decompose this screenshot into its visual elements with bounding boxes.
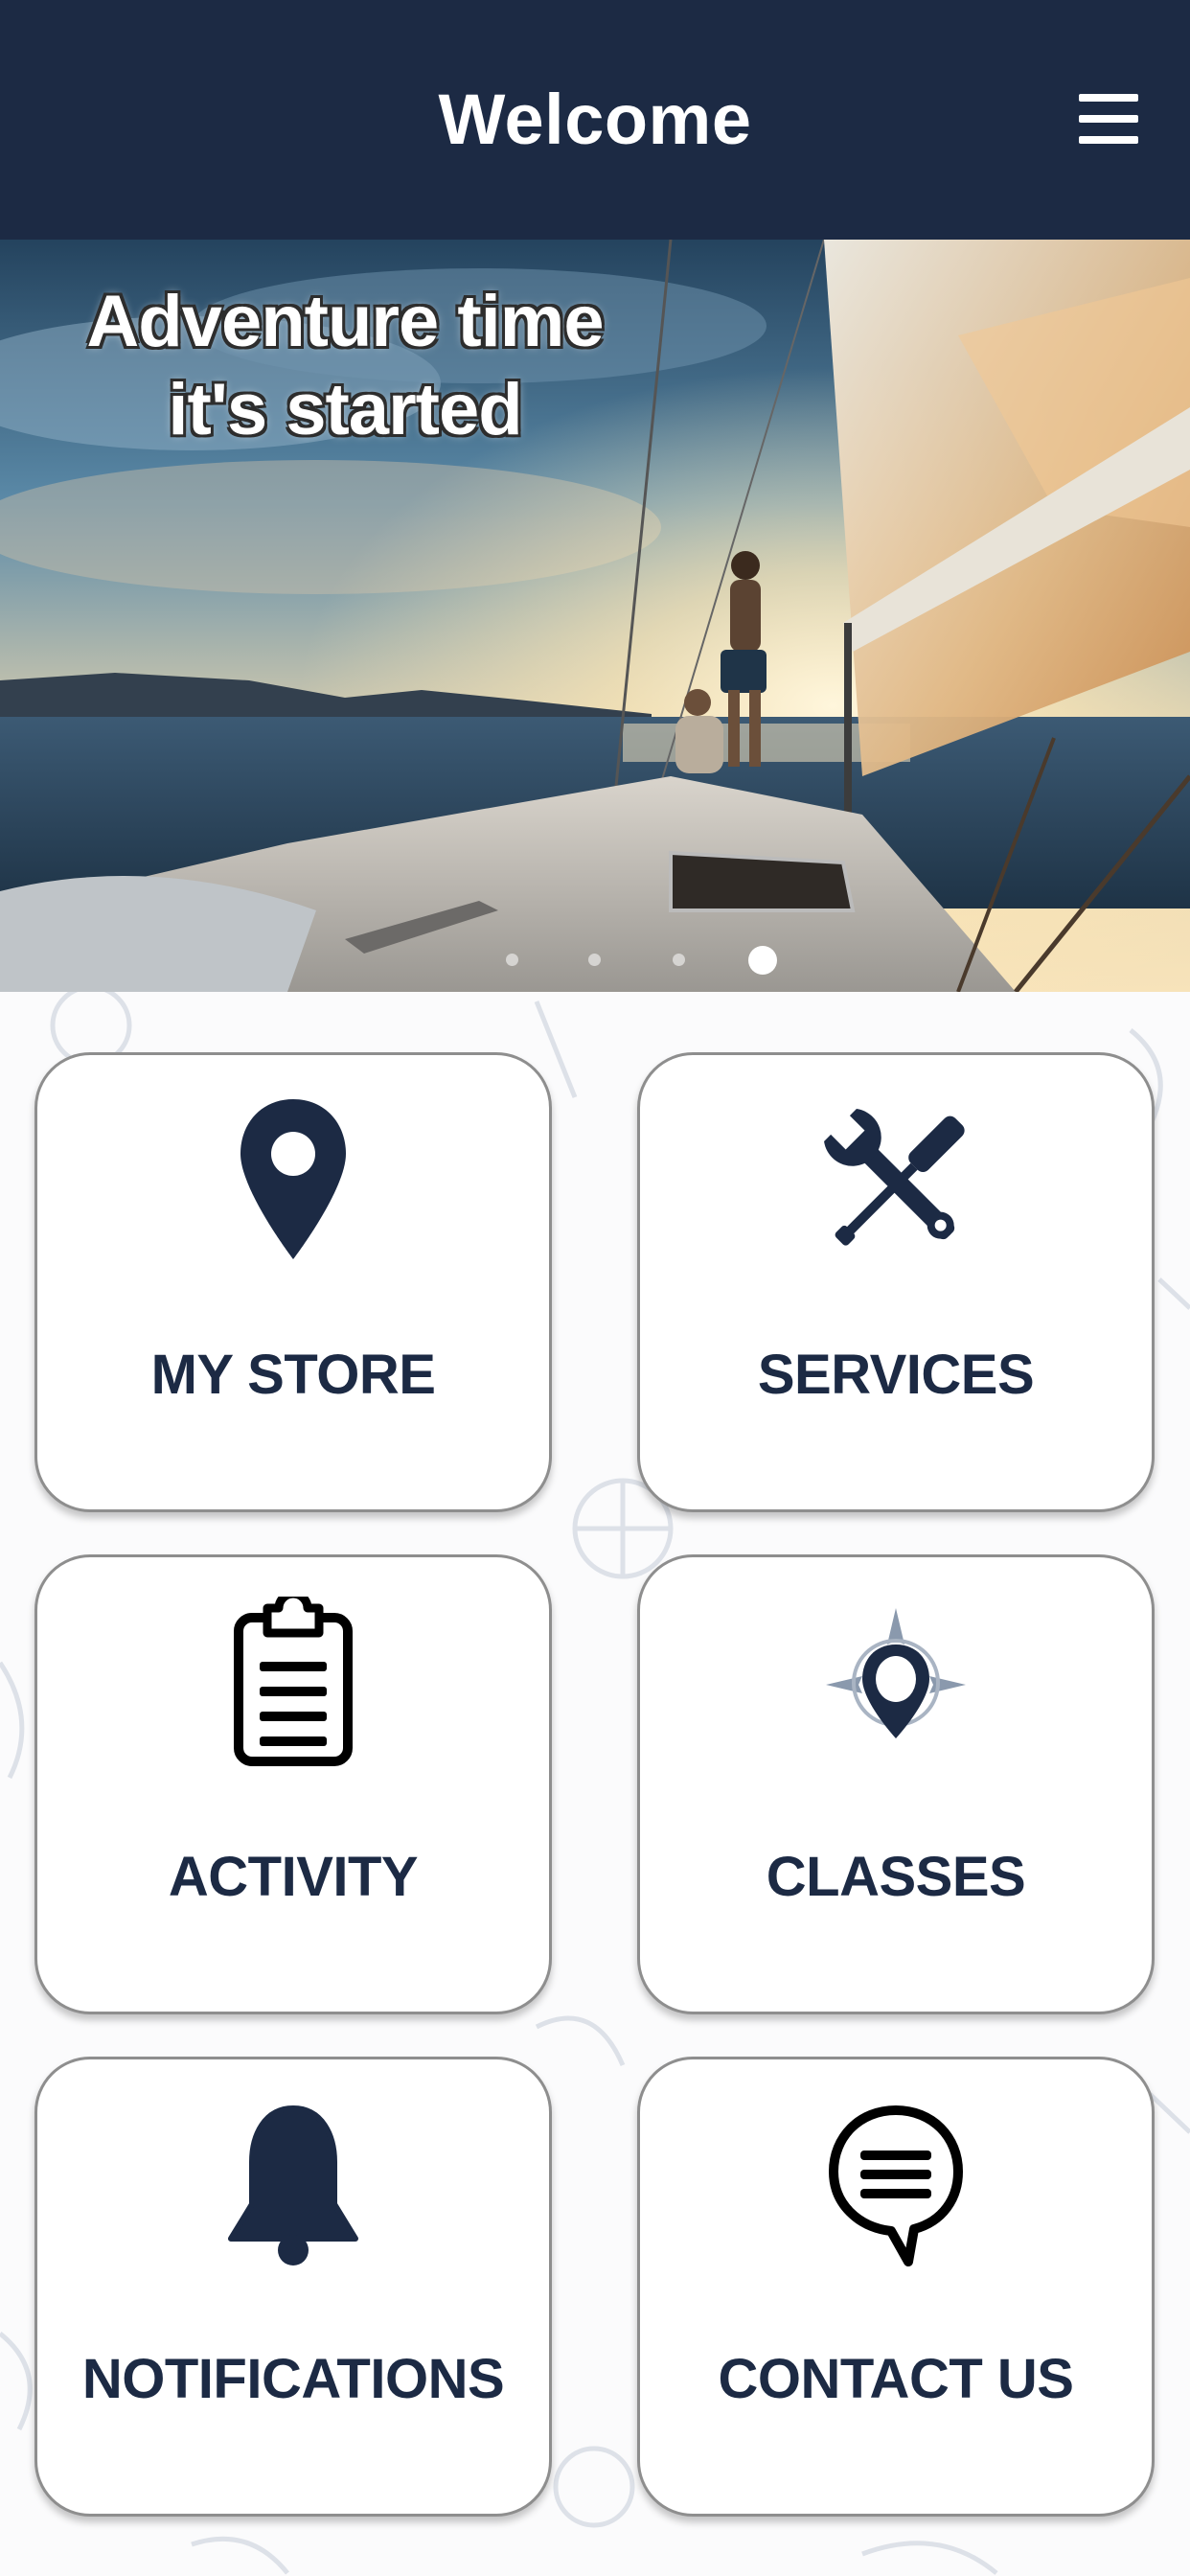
map-pin-icon: [37, 1090, 549, 1272]
tile-activity[interactable]: ACTIVITY: [34, 1554, 552, 2014]
dashboard-grid: MY STORE SERVICES ACTIVITY CLASSES NOTIF…: [0, 992, 1190, 2576]
compass-pin-icon: [640, 1592, 1152, 1774]
tile-label: SERVICES: [757, 1344, 1035, 1406]
chat-bubble-icon: [640, 2094, 1152, 2276]
hero-headline-line2: it's started: [168, 369, 522, 450]
hero-headline-line1: Adventure time: [86, 281, 604, 362]
wrench-screwdriver-icon: [640, 1090, 1152, 1272]
hamburger-menu-icon[interactable]: [1069, 86, 1156, 153]
tile-label: CONTACT US: [718, 2348, 1074, 2410]
carousel-dot-1[interactable]: [506, 954, 518, 966]
tile-my-store[interactable]: MY STORE: [34, 1052, 552, 1512]
carousel-dot-2[interactable]: [588, 954, 601, 966]
hero-headline: Adventure time it's started: [57, 278, 632, 454]
hero-banner[interactable]: Adventure time it's started: [0, 240, 1190, 992]
tile-notifications[interactable]: NOTIFICATIONS: [34, 2057, 552, 2517]
app-header: Welcome: [0, 0, 1190, 240]
carousel-dot-3[interactable]: [673, 954, 685, 966]
page-title: Welcome: [438, 80, 752, 159]
tile-label: CLASSES: [766, 1846, 1026, 1908]
tile-services[interactable]: SERVICES: [637, 1052, 1155, 1512]
tile-contact-us[interactable]: CONTACT US: [637, 2057, 1155, 2517]
clipboard-list-icon: [37, 1592, 549, 1774]
tile-label: NOTIFICATIONS: [81, 2348, 505, 2410]
tile-label: ACTIVITY: [168, 1846, 419, 1908]
tile-label: MY STORE: [150, 1344, 436, 1406]
tile-classes[interactable]: CLASSES: [637, 1554, 1155, 2014]
carousel-indicator: [0, 942, 1190, 980]
bell-icon: [37, 2094, 549, 2276]
carousel-dot-4[interactable]: [748, 946, 777, 975]
